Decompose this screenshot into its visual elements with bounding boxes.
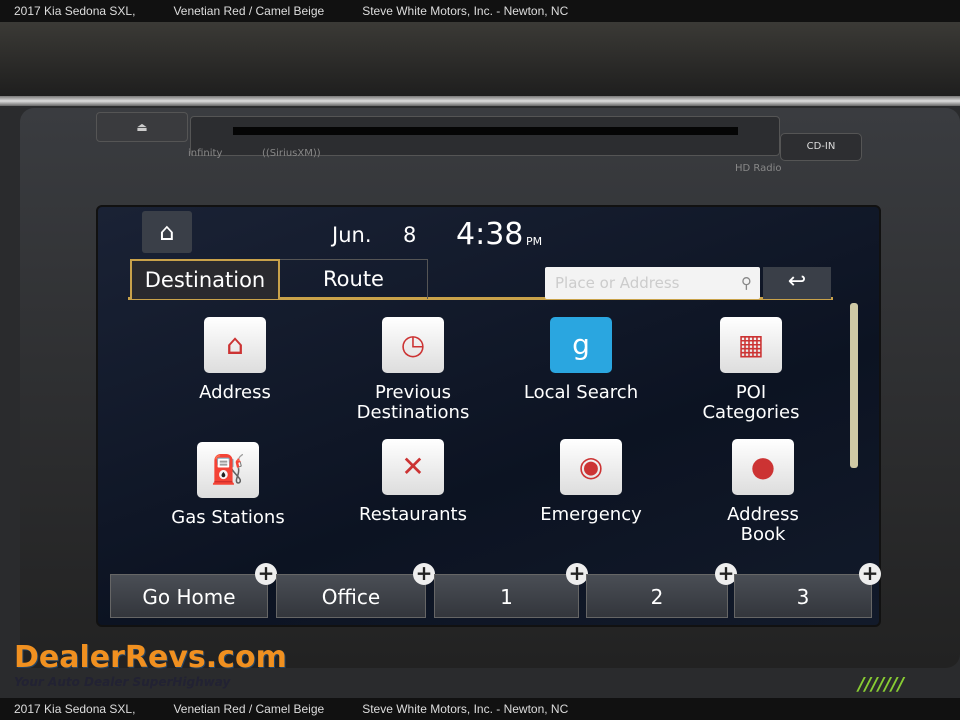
siren-icon: ◉: [560, 439, 622, 495]
gas-pump-icon: ⛽: [197, 442, 259, 498]
search-input[interactable]: Place or Address ⚲: [545, 267, 760, 299]
hmm-watermark: ///////: [858, 674, 905, 695]
menu-item-label: Previous Destinations: [356, 382, 470, 423]
menu-item-local-search[interactable]: g Local Search: [496, 317, 666, 403]
menu-item-label: Address Book: [727, 504, 799, 545]
dashboard: [0, 22, 960, 102]
dealer-text: Steve White Motors, Inc. - Newton, NC: [362, 4, 569, 18]
quick-dest-label: 1: [500, 585, 513, 609]
plus-icon[interactable]: +: [255, 563, 277, 585]
home-icon: ⌂: [159, 218, 175, 246]
menu-item-label: Restaurants: [359, 504, 467, 525]
menu-item-address-book[interactable]: ● Address Book: [678, 439, 848, 545]
clock-time: 4:38: [456, 217, 524, 252]
map-pin-icon: ●: [732, 439, 794, 495]
vehicle-text: 2017 Kia Sedona SXL,: [14, 4, 136, 18]
quick-dest-label: 3: [796, 585, 810, 609]
google-icon: g: [550, 317, 612, 373]
menu-item-gas-stations[interactable]: ⛽ Gas Stations: [143, 442, 313, 528]
menu-item-emergency[interactable]: ◉ Emergency: [506, 439, 676, 525]
quick-dest-label: Go Home: [142, 585, 236, 609]
menu-item-label: Emergency: [540, 504, 642, 525]
menu-item-label: POI Categories: [702, 382, 800, 423]
nav-screen: ⌂ Jun. 8 4:38 PM Destination Route Place…: [96, 205, 881, 627]
quick-dest-button[interactable]: 2 +: [586, 563, 737, 618]
menu-item-address[interactable]: ⌂ Address: [150, 317, 320, 403]
chrome-trim: [0, 96, 960, 106]
dealer-text: Steve White Motors, Inc. - Newton, NC: [362, 702, 569, 716]
quick-dest-button[interactable]: Office +: [276, 563, 435, 618]
building-icon: ▦: [720, 317, 782, 373]
dealerrevs-logo: DealerRevs.com Your Auto Dealer SuperHigh…: [14, 640, 287, 689]
colors-text: Venetian Red / Camel Beige: [173, 4, 325, 18]
plus-icon[interactable]: +: [413, 563, 435, 585]
menu-item-restaurants[interactable]: ✕ Restaurants: [328, 439, 498, 525]
utensils-icon: ✕: [382, 439, 444, 495]
menu-item-label: Gas Stations: [171, 507, 285, 528]
menu-item-previous-destinations[interactable]: ◷ Previous Destinations: [328, 317, 498, 423]
scrollbar[interactable]: [850, 303, 858, 468]
tab-route[interactable]: Route: [280, 259, 428, 299]
date-day: 8: [403, 223, 417, 247]
menu-item-label: Local Search: [523, 382, 639, 403]
quick-dest-button[interactable]: 3 +: [734, 563, 881, 618]
menu-item-label: Address: [199, 382, 271, 403]
search-icon: ⚲: [741, 274, 752, 292]
back-button[interactable]: ↩: [763, 267, 831, 299]
quick-dest-label: Office: [321, 585, 381, 609]
hd-radio-logo: HD Radio: [735, 163, 782, 174]
eject-button[interactable]: ⏏: [96, 112, 188, 142]
plus-icon[interactable]: +: [566, 563, 588, 585]
quick-dest-button[interactable]: 1 +: [434, 563, 588, 618]
date-month: Jun.: [332, 223, 372, 247]
back-arrow-icon: ↩: [787, 269, 807, 294]
house-icon: ⌂: [204, 317, 266, 373]
colors-text: Venetian Red / Camel Beige: [173, 702, 325, 716]
search-placeholder: Place or Address: [555, 274, 680, 292]
vehicle-text: 2017 Kia Sedona SXL,: [14, 702, 136, 716]
cd-in-indicator: CD-IN: [780, 133, 862, 161]
quick-dest-label: 2: [650, 585, 664, 609]
clock-ampm: PM: [526, 235, 543, 248]
plus-icon[interactable]: +: [859, 563, 881, 585]
infinity-logo: infinity: [188, 148, 223, 159]
clock-folder-icon: ◷: [382, 317, 444, 373]
quick-dest-button[interactable]: Go Home +: [110, 563, 277, 618]
caption-bar-top: 2017 Kia Sedona SXL, Venetian Red / Camel…: [0, 0, 960, 22]
home-button[interactable]: ⌂: [142, 211, 192, 253]
caption-bar-bottom: 2017 Kia Sedona SXL, Venetian Red / Camel…: [0, 698, 960, 720]
tab-destination[interactable]: Destination: [130, 259, 280, 299]
menu-item-poi-categories[interactable]: ▦ POI Categories: [666, 317, 836, 423]
siriusxm-logo: ((SiriusXM)): [262, 148, 321, 159]
